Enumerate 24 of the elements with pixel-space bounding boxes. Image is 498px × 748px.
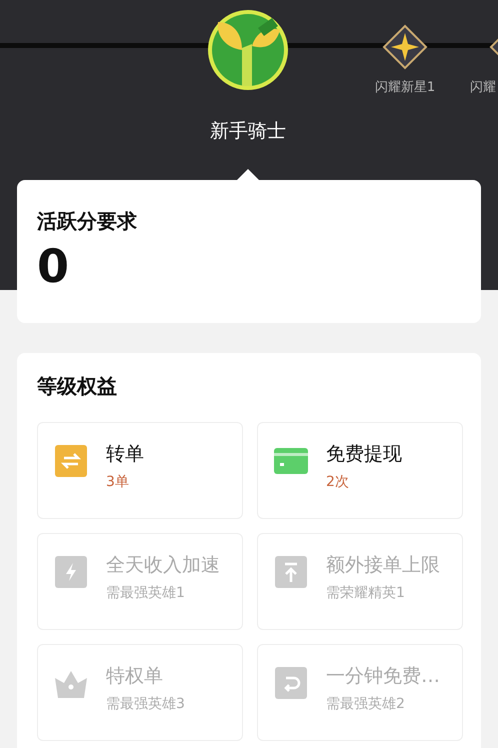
benefit-detail: 需最强英雄2: [326, 695, 406, 713]
level-name[interactable]: 闪耀新星1: [363, 78, 447, 96]
sprout-badge-icon[interactable]: [206, 8, 290, 92]
benefit-title: 免费提现: [326, 442, 402, 467]
benefit-tile[interactable]: 免费提现 2次: [257, 422, 463, 519]
benefit-detail: 需荣耀精英1: [326, 584, 406, 602]
level-name: 新手骑士: [210, 119, 286, 144]
benefit-title: 特权单: [106, 664, 164, 689]
star-badge-icon[interactable]: [382, 24, 428, 70]
lightning-icon: [54, 555, 88, 589]
score-value: 0: [37, 243, 70, 289]
card-title: 活跃分要求: [37, 208, 138, 235]
benefit-title: 转单: [106, 442, 144, 467]
benefit-title: 额外接单上限: [326, 553, 440, 578]
swap-arrows-icon: [54, 444, 88, 478]
benefit-detail: 需最强英雄1: [106, 584, 186, 602]
benefit-detail: 2次: [326, 473, 350, 491]
benefit-detail: 3单: [106, 473, 130, 491]
card-title: 等级权益: [37, 373, 118, 400]
benefit-detail: 需最强英雄3: [106, 695, 185, 713]
benefit-title: 全天收入加速: [106, 553, 220, 578]
benefit-title: 一分钟免费…: [326, 664, 440, 689]
level-name[interactable]: 闪耀: [470, 78, 498, 96]
benefit-tile[interactable]: 转单 3单: [37, 422, 243, 519]
